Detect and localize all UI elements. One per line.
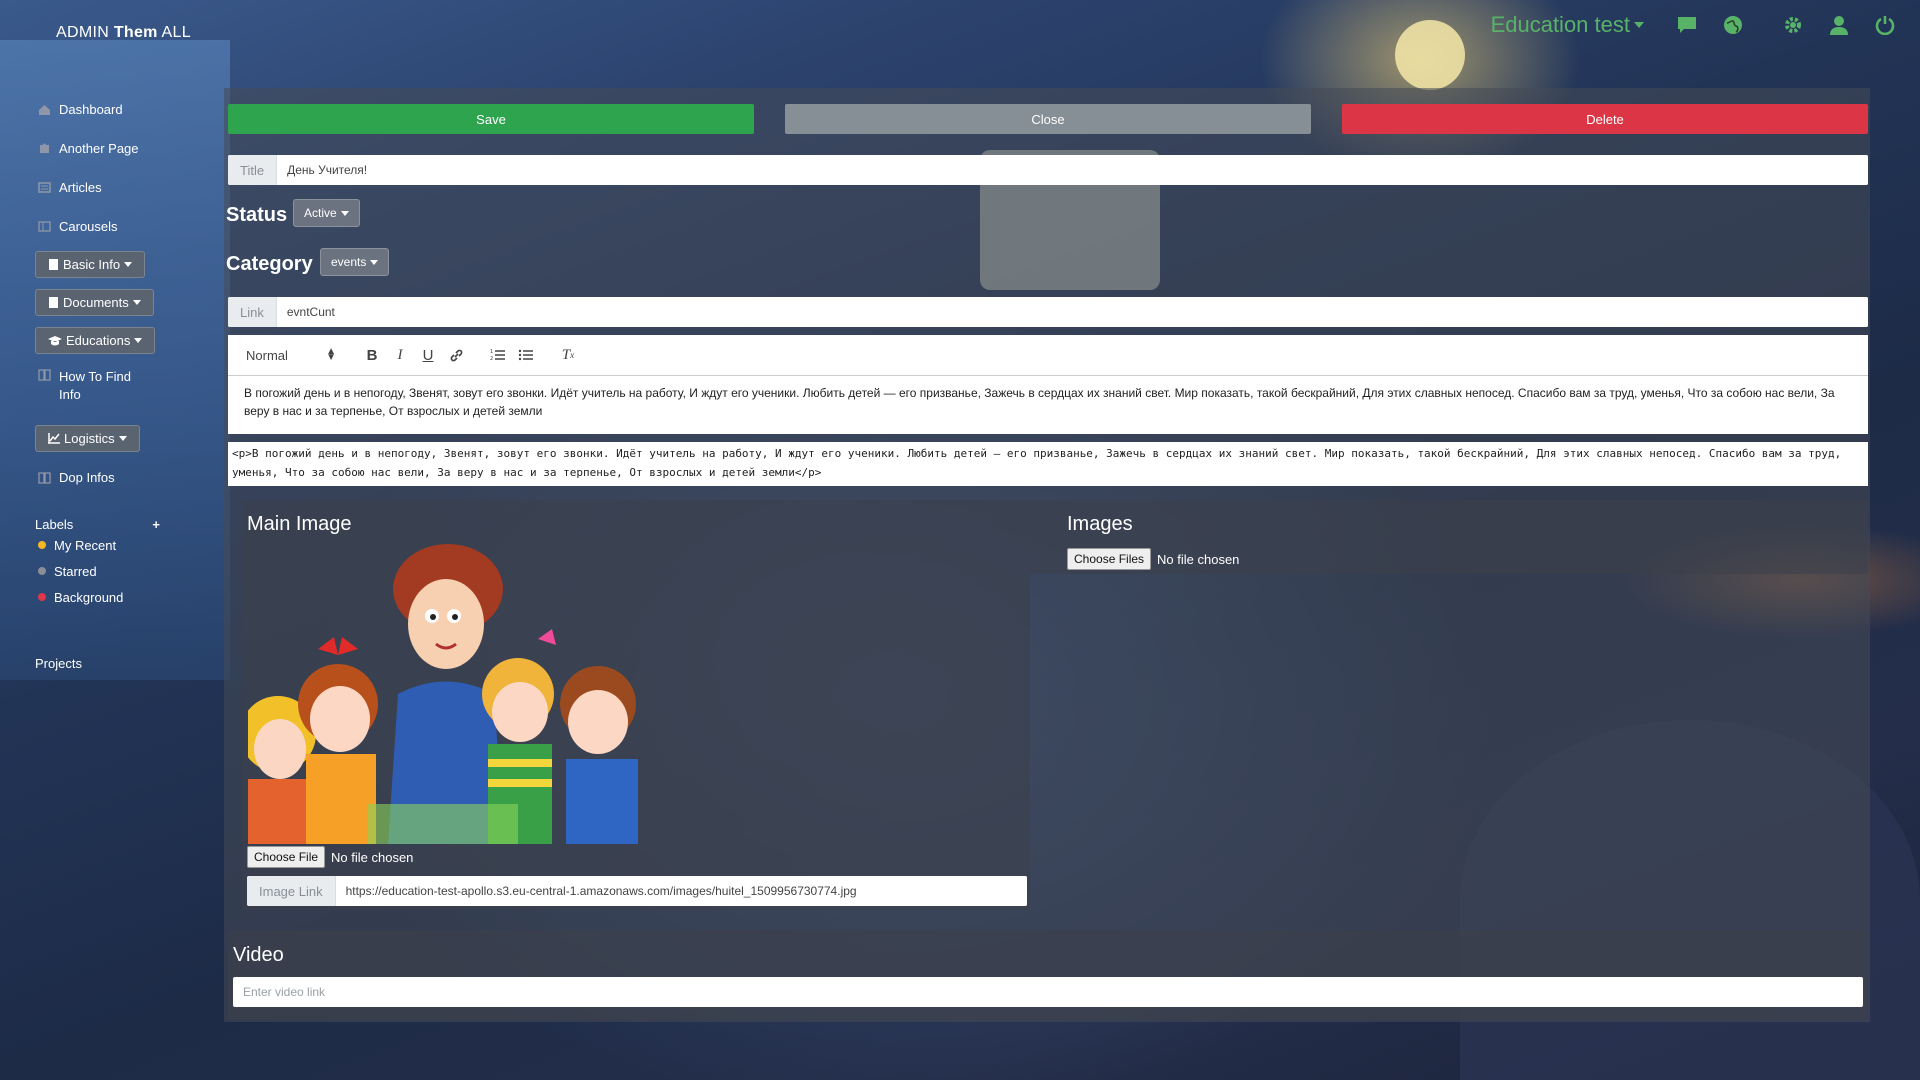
sidebar-item-label: Articles bbox=[59, 180, 102, 195]
no-file-text: No file chosen bbox=[331, 849, 414, 865]
category-label: Category bbox=[226, 253, 313, 275]
choose-file-button[interactable]: Choose File bbox=[247, 846, 326, 868]
gray-dot-icon bbox=[38, 567, 46, 575]
sidebar-item-label: Dashboard bbox=[59, 102, 123, 117]
image-link-group: Image Link bbox=[247, 876, 1027, 906]
chevron-down-icon bbox=[370, 259, 379, 265]
video-title: Video bbox=[233, 944, 284, 966]
red-dot-icon bbox=[38, 593, 46, 601]
user-icon[interactable] bbox=[1828, 14, 1850, 36]
images-title: Images bbox=[1067, 513, 1133, 535]
chevron-down-icon bbox=[1634, 22, 1644, 28]
italic-icon[interactable]: I bbox=[386, 347, 414, 364]
chevron-down-icon bbox=[132, 300, 141, 305]
sidebar-item-dashboard[interactable]: Dashboard bbox=[0, 90, 220, 129]
ordered-list-icon[interactable]: 12 bbox=[484, 348, 512, 362]
labels-title: Labels bbox=[35, 517, 74, 532]
chart-icon bbox=[48, 433, 60, 444]
choose-files-button[interactable]: Choose Files bbox=[1067, 548, 1152, 570]
link-icon[interactable] bbox=[442, 348, 470, 363]
label-background[interactable]: Background bbox=[38, 584, 220, 610]
main-image-preview bbox=[248, 544, 638, 844]
image-link-input[interactable] bbox=[335, 876, 1027, 906]
sidebar-item-articles[interactable]: Articles bbox=[0, 168, 220, 207]
book-icon bbox=[38, 369, 51, 381]
graduation-cap-icon bbox=[48, 336, 62, 346]
top-bar: ADMIN Them ALL Education test bbox=[0, 0, 1920, 50]
link-input[interactable] bbox=[276, 297, 1868, 327]
projects-heading[interactable]: Projects bbox=[35, 656, 220, 671]
puzzle-icon bbox=[40, 143, 49, 153]
status-label: Status bbox=[226, 204, 288, 226]
sidebar-item-another-page[interactable]: Another Page bbox=[0, 129, 220, 168]
title-label: Title bbox=[228, 155, 278, 185]
updown-icon: ▲ ▼ bbox=[326, 346, 336, 363]
category-dropdown[interactable]: events bbox=[320, 248, 390, 276]
link-group: Link bbox=[228, 297, 1868, 327]
rich-text-editor[interactable]: В погожий день и в непогоду, Звенят, зов… bbox=[228, 376, 1868, 434]
sidebar: Dashboard Another Page Articles Carousel… bbox=[0, 90, 220, 671]
sidebar-item-label: Dop Infos bbox=[59, 470, 115, 485]
format-select[interactable]: Normal ▲ ▼ bbox=[246, 346, 336, 363]
document-icon bbox=[49, 297, 58, 308]
video-link-input[interactable] bbox=[233, 977, 1863, 1007]
columns-icon bbox=[38, 221, 51, 232]
bullet-list-icon[interactable] bbox=[512, 348, 540, 362]
delete-button[interactable]: Delete bbox=[1342, 104, 1868, 134]
top-right-controls: Education test bbox=[1491, 0, 1920, 50]
sidebar-item-dop-infos[interactable]: Dop Infos bbox=[0, 458, 220, 497]
label-my-recent[interactable]: My Recent bbox=[38, 532, 220, 558]
title-input[interactable] bbox=[277, 155, 1868, 185]
chat-icon[interactable] bbox=[1676, 14, 1698, 36]
html-source-textarea[interactable]: <p>В погожий день и в непогоду, Звенят, … bbox=[228, 442, 1868, 486]
main-image-title: Main Image bbox=[247, 513, 352, 535]
site-dropdown[interactable]: Education test bbox=[1491, 12, 1644, 38]
no-files-text: No file chosen bbox=[1157, 551, 1240, 567]
globe-icon[interactable] bbox=[1722, 14, 1744, 36]
clear-format-icon[interactable]: Tx bbox=[554, 347, 582, 364]
underline-icon[interactable]: U bbox=[414, 347, 442, 364]
image-link-label: Image Link bbox=[247, 876, 336, 906]
sidebar-item-label: How To Find Info bbox=[59, 369, 132, 402]
power-icon[interactable] bbox=[1874, 14, 1896, 36]
bold-icon[interactable]: B bbox=[358, 347, 386, 364]
sidebar-item-label: Carousels bbox=[59, 219, 118, 234]
sidebar-item-carousels[interactable]: Carousels bbox=[0, 207, 220, 246]
main-image-file-row: Choose File No file chosen bbox=[247, 846, 413, 868]
save-button[interactable]: Save bbox=[228, 104, 754, 134]
yellow-dot-icon bbox=[38, 541, 46, 549]
close-button[interactable]: Close bbox=[785, 104, 1311, 134]
logistics-dropdown[interactable]: Logistics bbox=[35, 425, 140, 452]
add-label-icon[interactable]: + bbox=[152, 517, 160, 532]
educations-dropdown[interactable]: Educations bbox=[35, 327, 156, 354]
svg-text:1: 1 bbox=[490, 349, 493, 355]
sidebar-item-label: Another Page bbox=[59, 141, 139, 156]
svg-text:2: 2 bbox=[490, 356, 493, 362]
gear-icon[interactable] bbox=[1782, 14, 1804, 36]
book-icon bbox=[38, 472, 51, 484]
images-file-row: Choose Files No file chosen bbox=[1067, 548, 1239, 570]
chevron-down-icon bbox=[118, 436, 127, 441]
newspaper-icon bbox=[38, 182, 51, 193]
site-name: Education test bbox=[1490, 12, 1630, 37]
status-dropdown[interactable]: Active bbox=[293, 199, 360, 227]
chevron-down-icon bbox=[340, 210, 349, 216]
documents-dropdown[interactable]: Documents bbox=[35, 289, 154, 316]
action-bar: Save Close Delete bbox=[228, 104, 1868, 134]
document-icon bbox=[49, 259, 58, 270]
link-label: Link bbox=[228, 297, 277, 327]
title-group: Title bbox=[228, 155, 1868, 185]
home-icon bbox=[39, 105, 50, 115]
labels-header: Labels + bbox=[35, 517, 160, 532]
sidebar-item-how-to-find-info[interactable]: How To Find Info bbox=[0, 362, 220, 420]
chevron-down-icon bbox=[134, 338, 143, 343]
video-group bbox=[233, 977, 1863, 1007]
label-starred[interactable]: Starred bbox=[38, 558, 220, 584]
chevron-down-icon bbox=[124, 262, 133, 267]
basic-info-dropdown[interactable]: Basic Info bbox=[35, 251, 146, 278]
editor-toolbar: Normal ▲ ▼ B I U 12 Tx bbox=[228, 335, 1868, 376]
brand-logo[interactable]: ADMIN Them ALL bbox=[56, 24, 191, 42]
